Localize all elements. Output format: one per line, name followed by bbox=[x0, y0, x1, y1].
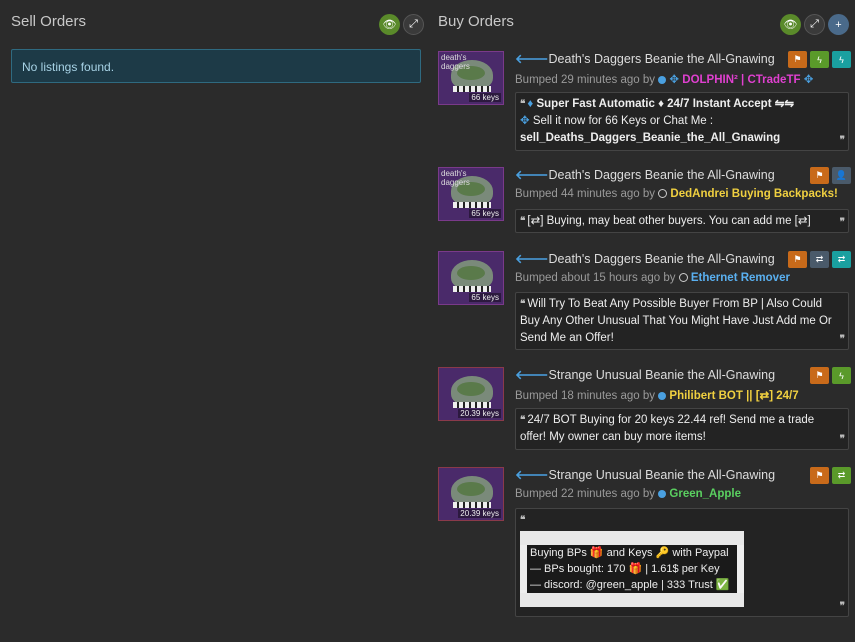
bump-line: Bumped 44 minutes ago by DedAndrei Buyin… bbox=[515, 188, 838, 200]
listing-actions: ⚑ ϟ ϟ bbox=[788, 51, 851, 68]
quote-close-icon: ❞ bbox=[839, 434, 845, 445]
item-thumbnail[interactable]: 65 keys bbox=[438, 251, 504, 305]
status-ring-icon bbox=[678, 273, 688, 283]
quote-open-icon: ❝ bbox=[520, 415, 526, 426]
listing-actions: ⚑ ϟ bbox=[810, 367, 851, 384]
buy-orders-title: Buy Orders bbox=[438, 13, 514, 30]
listing-comment: ❝ 24/7 BOT Buying for 20 keys 22.44 ref! … bbox=[515, 408, 849, 450]
trade-icon[interactable]: ⇄ bbox=[832, 467, 851, 484]
bump-line: Bumped 22 minutes ago by Green_Apple bbox=[515, 488, 741, 500]
trade-icon[interactable]: ⇄ bbox=[810, 251, 829, 268]
item-thumbnail[interactable]: death's daggers 65 keys bbox=[438, 167, 504, 221]
listing[interactable]: death's daggers 65 keys 🡐Death's Daggers… bbox=[438, 167, 853, 235]
listing-actions: ⚑ ⇄ ⇄ bbox=[788, 251, 851, 268]
listing[interactable]: 65 keys 🡐Death's Daggers Beanie the All-… bbox=[438, 251, 853, 351]
item-thumbnail[interactable]: death's daggers 66 keys bbox=[438, 51, 504, 105]
buy-orders-column: Buy Orders 👁 ⤢ + death's daggers 66 keys… bbox=[436, 0, 855, 617]
arrow-left-icon: 🡐 bbox=[515, 368, 549, 382]
status-dot-icon bbox=[658, 391, 667, 400]
quote-open-icon: ❝ bbox=[520, 99, 526, 110]
price-tag: 20.39 keys bbox=[458, 409, 501, 418]
bump-line: Bumped 18 minutes ago by Philibert BOT |… bbox=[515, 390, 799, 402]
listing-title[interactable]: 🡐Strange Unusual Beanie the All-Gnawing bbox=[515, 368, 775, 383]
quote-open-icon: ❝ bbox=[520, 216, 526, 227]
lightning-icon[interactable]: ϟ bbox=[832, 51, 851, 68]
status-dot-icon bbox=[658, 75, 667, 84]
flag-icon[interactable]: ⚑ bbox=[788, 251, 807, 268]
arrow-left-icon: 🡐 bbox=[515, 468, 549, 482]
status-dot-icon bbox=[658, 489, 667, 498]
sell-orders-header: Sell Orders 👁 ⤢ bbox=[0, 0, 428, 44]
listing-actions: ⚑ ⇄ bbox=[810, 467, 851, 484]
trade-icon[interactable]: ⇄ bbox=[832, 251, 851, 268]
username-link[interactable]: Green_Apple bbox=[669, 488, 741, 500]
price-tag: 20.39 keys bbox=[458, 509, 501, 518]
quote-close-icon: ❞ bbox=[839, 334, 845, 345]
arrow-left-icon: 🡐 bbox=[515, 168, 549, 182]
flag-icon[interactable]: ⚑ bbox=[810, 367, 829, 384]
quote-open-icon: ❝ bbox=[520, 299, 526, 310]
listing-actions: ⚑ 👤 bbox=[810, 167, 851, 184]
buy-orders-controls: 👁 ⤢ + bbox=[780, 14, 849, 35]
arrow-left-icon: 🡐 bbox=[515, 252, 549, 266]
username-link[interactable]: DOLPHIN² | CTradeTF bbox=[682, 74, 800, 86]
lightning-icon[interactable]: ϟ bbox=[832, 367, 851, 384]
listing-title[interactable]: 🡐Death's Daggers Beanie the All-Gnawing bbox=[515, 52, 775, 67]
comment-banner: Buying BPs 🎁 and Keys 🔑 with Paypal — BP… bbox=[520, 531, 744, 607]
listing-comment: ❝ ♦ Super Fast Automatic ♦ 24/7 Instant A… bbox=[515, 92, 849, 151]
no-listings-alert: No listings found. bbox=[11, 49, 421, 83]
sell-orders-column: Sell Orders 👁 ⤢ No listings found. bbox=[0, 0, 428, 83]
flag-icon[interactable]: ⚑ bbox=[788, 51, 807, 68]
listing[interactable]: 20.39 keys 🡐Strange Unusual Beanie the A… bbox=[438, 467, 853, 619]
lightning-icon[interactable]: ϟ bbox=[810, 51, 829, 68]
quote-open-icon: ❝ bbox=[520, 515, 526, 526]
listing-comment: ❝ Will Try To Beat Any Possible Buyer Fro… bbox=[515, 292, 849, 350]
sell-orders-controls: 👁 ⤢ bbox=[379, 14, 424, 35]
listing-title[interactable]: 🡐Death's Daggers Beanie the All-Gnawing bbox=[515, 252, 775, 267]
sell-orders-title: Sell Orders bbox=[11, 13, 87, 30]
listing-title[interactable]: 🡐Death's Daggers Beanie the All-Gnawing bbox=[515, 168, 775, 183]
eye-icon[interactable]: 👁 bbox=[379, 14, 400, 35]
listing-title[interactable]: 🡐Strange Unusual Beanie the All-Gnawing bbox=[515, 468, 775, 483]
arrow-left-icon: 🡐 bbox=[515, 52, 549, 66]
expand-icon[interactable]: ⤢ bbox=[804, 14, 825, 35]
username-link[interactable]: DedAndrei Buying Backpacks! bbox=[670, 188, 837, 200]
bump-line: Bumped 29 minutes ago by ✥ DOLPHIN² | CT… bbox=[515, 74, 814, 86]
listing-comment: ❝ [⇄] Buying, may beat other buyers. You … bbox=[515, 209, 849, 233]
bump-line: Bumped about 15 hours ago by Ethernet Re… bbox=[515, 272, 790, 284]
listing-comment: ❝ Buying BPs 🎁 and Keys 🔑 with Paypal — … bbox=[515, 508, 849, 617]
item-thumbnail[interactable]: 20.39 keys bbox=[438, 367, 504, 421]
status-ring-icon bbox=[658, 189, 668, 199]
quote-close-icon: ❞ bbox=[839, 601, 845, 612]
quote-close-icon: ❞ bbox=[839, 135, 845, 146]
flag-icon[interactable]: ⚑ bbox=[810, 167, 829, 184]
add-friend-icon[interactable]: 👤 bbox=[832, 167, 851, 184]
price-tag: 66 keys bbox=[469, 93, 501, 102]
price-tag: 65 keys bbox=[469, 293, 501, 302]
item-thumbnail[interactable]: 20.39 keys bbox=[438, 467, 504, 521]
buy-orders-header: Buy Orders 👁 ⤢ + bbox=[436, 0, 855, 44]
price-tag: 65 keys bbox=[469, 209, 501, 218]
quote-close-icon: ❞ bbox=[839, 217, 845, 228]
add-icon[interactable]: + bbox=[828, 14, 849, 35]
expand-icon[interactable]: ⤢ bbox=[403, 14, 424, 35]
flag-icon[interactable]: ⚑ bbox=[810, 467, 829, 484]
listing[interactable]: death's daggers 66 keys 🡐Death's Daggers… bbox=[438, 51, 853, 151]
username-link[interactable]: Ethernet Remover bbox=[691, 272, 790, 284]
username-link[interactable]: Philibert BOT || [⇄] 24/7 bbox=[669, 390, 798, 402]
listing[interactable]: 20.39 keys 🡐Strange Unusual Beanie the A… bbox=[438, 367, 853, 451]
eye-icon[interactable]: 👁 bbox=[780, 14, 801, 35]
